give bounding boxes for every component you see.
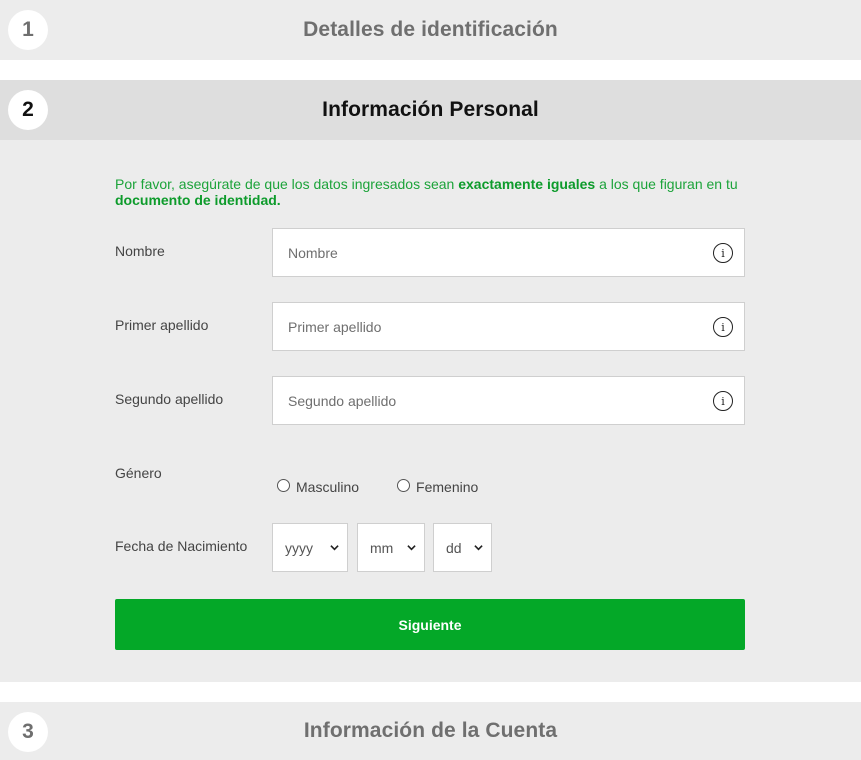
step-3-header[interactable]: 3 Información de la Cuenta	[0, 702, 861, 760]
info-icon[interactable]: i	[713, 317, 733, 337]
step-title: Información Personal	[322, 98, 539, 121]
radio-masculino[interactable]: Masculino	[277, 478, 360, 495]
month-select[interactable]: mm	[357, 523, 425, 572]
nombre-label: Nombre	[115, 243, 165, 259]
chevron-down-icon	[407, 545, 416, 551]
genero-radio-group: Masculino Femenino	[277, 478, 516, 495]
segundo-apellido-field: i	[272, 376, 745, 425]
year-select-value: yyyy	[285, 539, 313, 556]
day-select-value: dd	[446, 539, 462, 556]
step-1-header[interactable]: 1 Detalles de identificación	[0, 0, 861, 60]
step-title: Información de la Cuenta	[303, 719, 558, 742]
year-select[interactable]: yyyy	[272, 523, 348, 572]
radio-label: Femenino	[416, 479, 479, 495]
radio-circle-icon[interactable]	[397, 478, 411, 492]
chevron-down-icon	[474, 545, 483, 551]
nombre-input[interactable]	[273, 229, 693, 276]
month-select-value: mm	[370, 539, 394, 556]
chevron-down-icon	[330, 545, 339, 551]
identity-notice: Por favor, asegúrate de que los datos in…	[115, 176, 738, 208]
genero-label: Género	[115, 465, 162, 481]
step-title: Detalles de identificación	[303, 18, 558, 41]
fecha-nacimiento-label: Fecha de Nacimiento	[115, 538, 248, 554]
step-number-badge: 1	[8, 10, 48, 50]
step-number-badge: 3	[8, 712, 48, 752]
segundo-apellido-label: Segundo apellido	[115, 391, 224, 407]
radio-label: Masculino	[296, 479, 360, 495]
siguiente-button[interactable]: Siguiente	[115, 599, 745, 650]
day-select[interactable]: dd	[433, 523, 492, 572]
primer-apellido-input[interactable]	[273, 303, 693, 350]
personal-info-panel: Por favor, asegúrate de que los datos in…	[0, 140, 861, 682]
info-icon[interactable]: i	[713, 243, 733, 263]
info-icon[interactable]: i	[713, 391, 733, 411]
step-2-header[interactable]: 2 Información Personal	[0, 80, 861, 140]
nombre-field: i	[272, 228, 745, 277]
step-number-badge: 2	[8, 90, 48, 130]
segundo-apellido-input[interactable]	[273, 377, 693, 424]
primer-apellido-field: i	[272, 302, 745, 351]
radio-circle-icon[interactable]	[277, 478, 290, 492]
radio-femenino[interactable]: Femenino	[397, 478, 479, 495]
primer-apellido-label: Primer apellido	[115, 317, 209, 333]
